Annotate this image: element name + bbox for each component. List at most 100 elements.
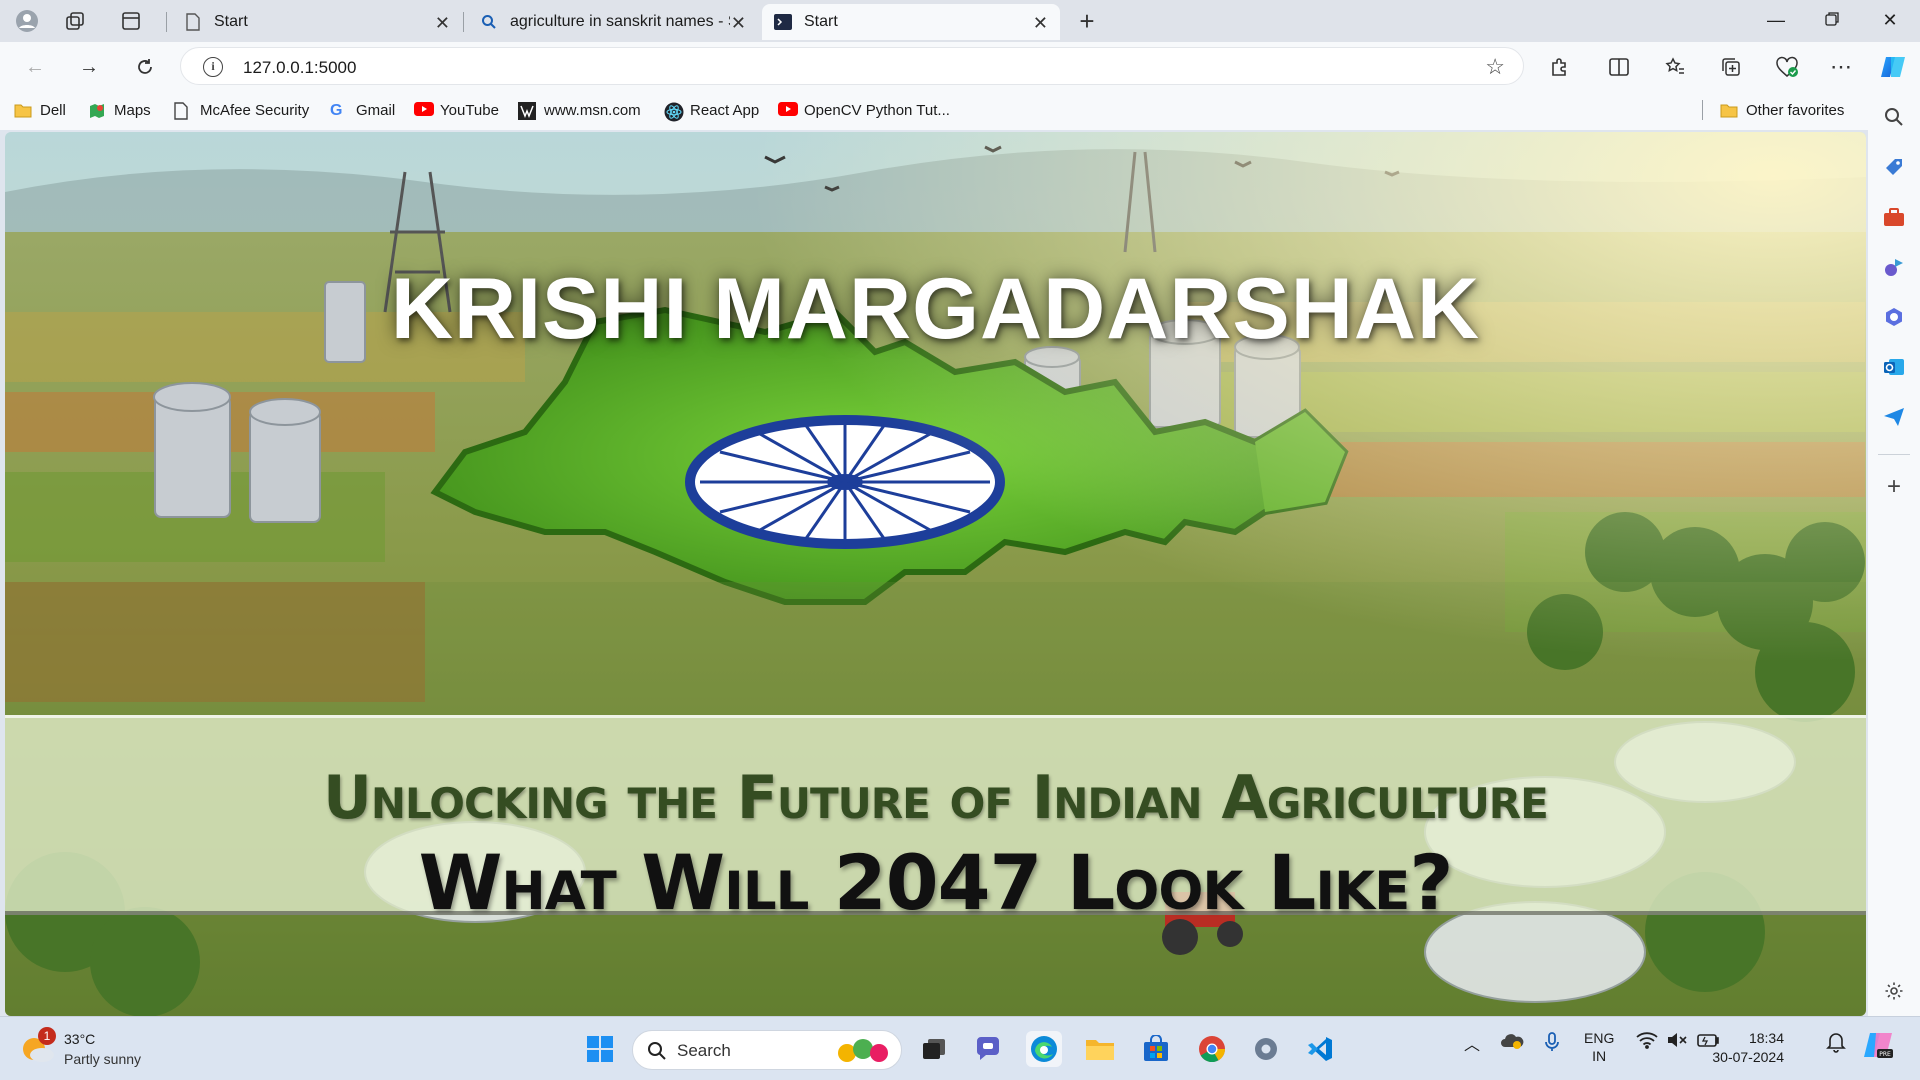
edge-icon[interactable] bbox=[1026, 1031, 1062, 1067]
close-tab-icon[interactable]: ✕ bbox=[731, 13, 746, 34]
close-tab-icon[interactable]: ✕ bbox=[1033, 13, 1048, 34]
volume-muted-icon[interactable] bbox=[1666, 1031, 1688, 1052]
language-code: ENG bbox=[1584, 1030, 1615, 1046]
bookmark-react-app[interactable]: React App bbox=[664, 99, 760, 122]
bookmark-msn[interactable]: www.msn.com bbox=[518, 99, 641, 121]
games-icon[interactable] bbox=[1881, 254, 1907, 280]
more-options-icon[interactable]: ⋯ bbox=[1826, 52, 1856, 82]
page-icon bbox=[174, 102, 192, 120]
close-tab-icon[interactable]: ✕ bbox=[435, 13, 450, 34]
copilot-icon[interactable] bbox=[1878, 52, 1908, 82]
region-code: IN bbox=[1592, 1048, 1607, 1064]
refresh-icon[interactable] bbox=[130, 52, 160, 82]
clock[interactable]: 18:34 30-07-2024 bbox=[1712, 1029, 1784, 1067]
page-title: KRISHI MARGADARSHAK bbox=[390, 261, 1481, 357]
google-icon: G bbox=[330, 102, 343, 119]
microphone-icon[interactable] bbox=[1544, 1031, 1560, 1056]
react-icon bbox=[664, 102, 684, 122]
sidebar-settings-icon[interactable] bbox=[1881, 978, 1907, 1004]
bookmark-opencv[interactable]: OpenCV Python Tut... bbox=[778, 99, 950, 121]
microsoft365-icon[interactable] bbox=[1881, 304, 1907, 330]
search-label: Search bbox=[677, 1041, 731, 1060]
other-favorites[interactable]: Other favorites bbox=[1720, 99, 1844, 121]
restore-icon[interactable] bbox=[1820, 10, 1844, 31]
tools-icon[interactable] bbox=[1881, 204, 1907, 230]
weather-widget[interactable]: 1 bbox=[20, 1027, 60, 1067]
profile-icon[interactable] bbox=[14, 8, 40, 34]
shopping-tag-icon[interactable] bbox=[1881, 154, 1907, 180]
collections-icon[interactable] bbox=[1716, 52, 1746, 82]
notifications-icon[interactable] bbox=[1826, 1031, 1846, 1056]
forward-icon[interactable]: → bbox=[74, 52, 104, 82]
workspaces-icon[interactable] bbox=[62, 8, 88, 34]
tab-label: agriculture in sanskrit names - Se bbox=[510, 13, 730, 30]
site-info-icon[interactable]: i bbox=[203, 57, 223, 77]
browser-essentials-icon[interactable] bbox=[1772, 52, 1802, 82]
favorites-icon[interactable] bbox=[1660, 52, 1690, 82]
bookmark-label: YouTube bbox=[440, 101, 499, 119]
bookmark-gmail[interactable]: G Gmail bbox=[330, 99, 395, 121]
title-bar: Start ✕ agriculture in sanskrit names - … bbox=[0, 0, 1920, 42]
close-window-icon[interactable]: ✕ bbox=[1878, 10, 1902, 31]
subtitle-banner: Unlocking the Future of Indian Agricultu… bbox=[5, 715, 1866, 927]
tab-search[interactable]: agriculture in sanskrit names - Se ✕ bbox=[468, 4, 758, 40]
send-icon[interactable] bbox=[1881, 404, 1907, 430]
minimize-icon[interactable]: — bbox=[1764, 10, 1788, 31]
bookmark-youtube[interactable]: YouTube bbox=[414, 99, 499, 121]
search-icon bbox=[480, 13, 498, 31]
add-sidebar-app-icon[interactable]: + bbox=[1881, 473, 1907, 500]
youtube-icon bbox=[414, 102, 434, 118]
svg-text:PRE: PRE bbox=[1879, 1051, 1891, 1058]
address-bar[interactable]: i 127.0.0.1:5000 ☆ bbox=[180, 47, 1524, 85]
maps-icon bbox=[88, 102, 106, 118]
bookmark-maps[interactable]: Maps bbox=[88, 99, 151, 121]
vscode-icon[interactable] bbox=[1302, 1031, 1338, 1067]
task-view-icon[interactable] bbox=[916, 1031, 952, 1067]
microsoft-store-icon[interactable] bbox=[1138, 1031, 1174, 1067]
msn-icon bbox=[518, 102, 536, 120]
file-explorer-icon[interactable] bbox=[1082, 1031, 1118, 1067]
weather-condition: Partly sunny bbox=[64, 1051, 142, 1067]
outlook-icon[interactable] bbox=[1881, 354, 1907, 380]
bookmark-mcafee[interactable]: McAfee Security bbox=[174, 99, 309, 121]
extensions-icon[interactable] bbox=[1544, 52, 1574, 82]
taskbar: 1 33°C Partly sunny Search ︿ ENG IN 18:3… bbox=[0, 1016, 1920, 1080]
back-icon[interactable]: ← bbox=[20, 52, 50, 82]
tab-start-1[interactable]: Start ✕ bbox=[172, 4, 462, 40]
favorite-star-icon[interactable]: ☆ bbox=[1485, 54, 1505, 80]
search-icon[interactable] bbox=[1881, 104, 1907, 130]
other-favorites-label: Other favorites bbox=[1746, 101, 1845, 119]
start-icon[interactable] bbox=[582, 1031, 618, 1067]
tab-label: Start bbox=[214, 13, 248, 30]
page-icon bbox=[184, 13, 202, 31]
tab-label: Start bbox=[804, 13, 838, 30]
split-screen-icon[interactable] bbox=[1604, 52, 1634, 82]
bookmark-label: React App bbox=[690, 101, 760, 119]
page-content: KRISHI MARGADARSHAK Unlocking the Future… bbox=[5, 132, 1866, 1016]
date: 30-07-2024 bbox=[1712, 1049, 1784, 1065]
input-language[interactable]: ENG IN bbox=[1584, 1029, 1614, 1065]
teams-chat-icon[interactable] bbox=[970, 1031, 1006, 1067]
chrome-icon[interactable] bbox=[1194, 1031, 1230, 1067]
edge-sidebar: + bbox=[1868, 90, 1920, 1016]
onedrive-icon[interactable] bbox=[1500, 1031, 1524, 1054]
folder-icon bbox=[1720, 102, 1738, 118]
search-highlight-icon bbox=[838, 1039, 888, 1062]
settings-gear-icon[interactable] bbox=[1248, 1031, 1284, 1067]
tab-start-active[interactable]: Start ✕ bbox=[762, 4, 1060, 40]
taskbar-search[interactable]: Search bbox=[632, 1030, 902, 1070]
bookmark-label: Gmail bbox=[356, 101, 396, 119]
folder-icon bbox=[14, 102, 32, 118]
copilot-preview-icon[interactable]: PRE bbox=[1862, 1029, 1894, 1064]
show-hidden-icons-icon[interactable]: ︿ bbox=[1464, 1031, 1480, 1055]
new-tab-icon[interactable]: + bbox=[1074, 6, 1100, 36]
bookmark-label: Dell bbox=[40, 101, 66, 119]
bookmark-dell[interactable]: Dell bbox=[14, 99, 66, 121]
bookmark-label: OpenCV Python Tut... bbox=[804, 101, 950, 119]
vertical-tabs-icon[interactable] bbox=[118, 8, 144, 34]
wifi-icon[interactable] bbox=[1636, 1031, 1658, 1052]
favorites-bar: Dell Maps McAfee Security G Gmail YouTub… bbox=[0, 90, 1920, 130]
subtitle-line-1: Unlocking the Future of Indian Agricultu… bbox=[323, 763, 1549, 833]
weather-temp: 33°C bbox=[64, 1031, 96, 1047]
subtitle-line-2: What Will 2047 Look Like? bbox=[418, 838, 1454, 927]
